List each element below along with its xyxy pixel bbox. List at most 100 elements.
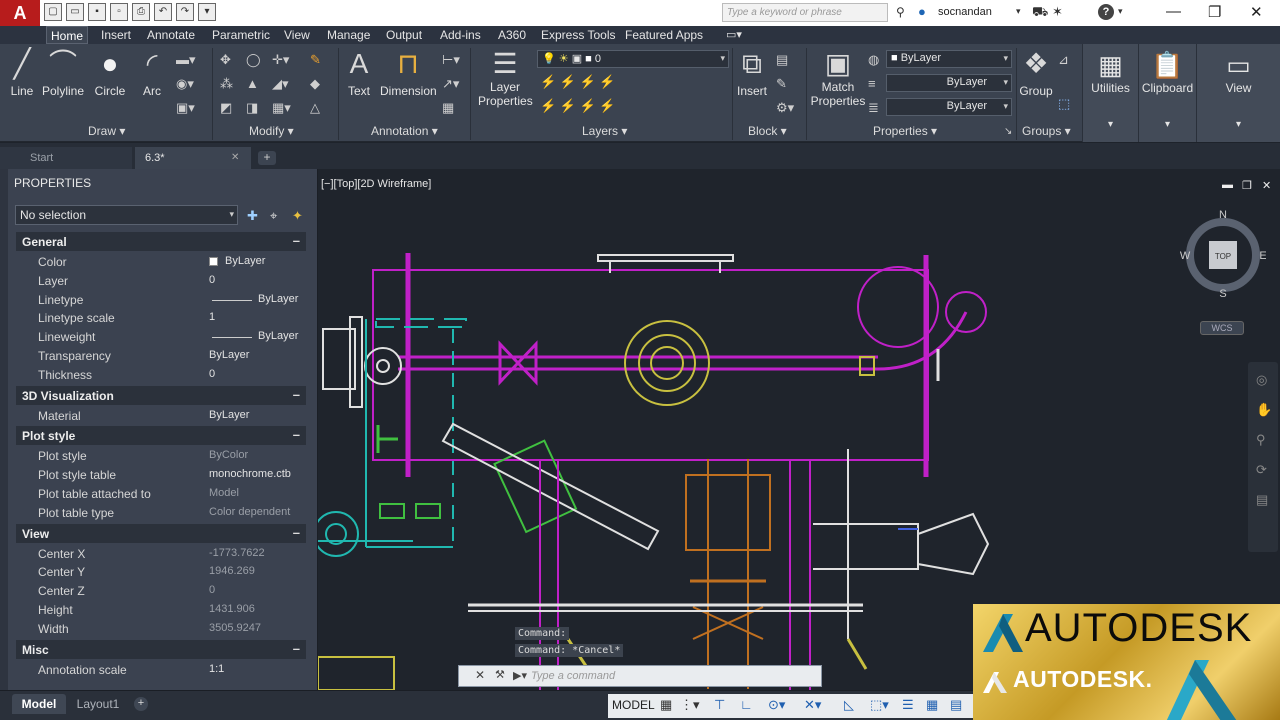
collapse-icon[interactable]: – — [293, 427, 300, 442]
utilities-button[interactable]: ▦ Utilities ▾ — [1082, 44, 1138, 142]
wrench-icon[interactable]: ⚒ — [495, 668, 505, 681]
qat-dropdown-icon[interactable]: ▾ — [198, 3, 216, 21]
polyline-button[interactable]: ⌒ Polyline — [42, 48, 84, 98]
save-icon[interactable]: ▪ — [88, 3, 106, 21]
workspace-icon[interactable]: ☰ — [902, 697, 914, 713]
steering-wheel-icon[interactable]: ◎ — [1256, 372, 1267, 388]
chevron-down-icon[interactable]: ▾ — [1016, 6, 1021, 17]
chevron-down-icon[interactable]: ▾ — [1118, 6, 1123, 17]
property-row[interactable]: Lineweight ByLayer — [16, 327, 306, 346]
property-row[interactable]: Center Y 1946.269 — [16, 562, 306, 581]
minimize-icon[interactable]: ▬ — [1222, 179, 1233, 191]
match-properties-button[interactable]: ▣ Match Properties — [810, 48, 866, 108]
application-menu-button[interactable]: A — [0, 0, 40, 26]
selection-cycling-icon[interactable]: ▦ — [926, 697, 938, 713]
layer-tools-icon[interactable]: ⚡ ⚡ ⚡ ⚡ — [540, 74, 616, 90]
line-button[interactable]: ╱ Line — [8, 48, 36, 98]
ortho-icon[interactable]: ∟ — [740, 697, 753, 712]
clipboard-button[interactable]: 📋 Clipboard ▾ — [1138, 44, 1196, 142]
modify-panel-label[interactable]: Modify ▾ — [249, 124, 294, 138]
cart-icon[interactable]: ⛟ — [1032, 4, 1048, 22]
property-row[interactable]: Plot style ByColor — [16, 446, 306, 465]
binoculars-icon[interactable]: ⚲ — [896, 5, 905, 19]
tab-parametric[interactable]: Parametric — [212, 28, 270, 42]
osnap-tracking-icon[interactable]: ✕▾ — [804, 697, 821, 713]
layer-tools-icon[interactable]: ⚡ ⚡ ⚡ ⚡ — [540, 98, 616, 114]
open-icon[interactable]: ▭ — [66, 3, 84, 21]
tab-annotate[interactable]: Annotate — [147, 28, 195, 42]
viewport-controls-label[interactable]: [−][Top][2D Wireframe] — [321, 178, 431, 190]
color-dropdown[interactable]: ■ ByLayer ▾ — [886, 50, 1012, 68]
compass-west[interactable]: W — [1180, 250, 1191, 262]
selection-dropdown[interactable]: No selection ▾ — [15, 205, 238, 225]
compass-north[interactable]: N — [1219, 209, 1227, 221]
viewcube[interactable]: TOP N S E W — [1180, 209, 1266, 299]
property-row[interactable]: Center X -1773.7622 — [16, 544, 306, 563]
property-row[interactable]: Annotation scale 1:1 — [16, 660, 306, 679]
infer-constraints-icon[interactable]: ⊤ — [714, 697, 725, 713]
erase-icon[interactable]: ✎ — [310, 52, 321, 68]
dimension-button[interactable]: ⊓ Dimension — [380, 48, 437, 98]
restore-icon[interactable]: ❐ — [1208, 3, 1221, 21]
rotate-icon[interactable]: ◯ — [246, 52, 261, 68]
array-icon[interactable]: ▦▾ — [272, 100, 291, 116]
scale-icon[interactable]: ◨ — [246, 100, 258, 116]
layers-panel-label[interactable]: Layers ▾ — [582, 124, 627, 138]
section-plot-style[interactable]: Plot style – — [16, 426, 306, 446]
offset-icon[interactable]: △ — [310, 100, 320, 116]
table-icon[interactable]: ▦ — [442, 100, 454, 116]
view-button[interactable]: ▭ View ▾ — [1196, 44, 1280, 142]
search-input[interactable] — [722, 3, 888, 22]
quick-properties-icon[interactable]: ▤ — [950, 697, 962, 713]
command-input[interactable] — [531, 668, 811, 684]
linear-dim-icon[interactable]: ⊢▾ — [442, 52, 460, 68]
model-space-toggle[interactable]: MODEL — [612, 698, 655, 712]
grid-icon[interactable]: ▦ — [660, 697, 672, 713]
mirror-icon[interactable]: ▲ — [246, 76, 259, 91]
ungroup-icon[interactable]: ⊿ — [1058, 52, 1069, 68]
isodraft-icon[interactable]: ◺ — [844, 697, 854, 713]
new-icon[interactable]: ▢ — [44, 3, 62, 21]
close-icon[interactable]: ✕ — [1250, 3, 1263, 21]
pan-icon[interactable]: ✋ — [1256, 402, 1272, 418]
close-icon[interactable]: ✕ — [1262, 179, 1271, 192]
toggle-pickadd-icon[interactable]: ✚ — [247, 208, 258, 224]
orbit-icon[interactable]: ⟳ — [1256, 462, 1267, 478]
property-row[interactable]: Material ByLayer — [16, 406, 306, 425]
save-as-icon[interactable]: ▫ — [110, 3, 128, 21]
text-button[interactable]: A Text — [346, 48, 372, 98]
tab-featured-apps[interactable]: Featured Apps — [625, 28, 703, 42]
property-row[interactable]: Center Z 0 — [16, 581, 306, 600]
annotation-visibility-icon[interactable]: ⬚▾ — [870, 697, 889, 713]
lineweight-dropdown[interactable]: ByLayer ▾ — [886, 98, 1012, 116]
tab-home[interactable]: Home — [46, 26, 88, 44]
groups-panel-label[interactable]: Groups ▾ — [1022, 124, 1071, 138]
block-panel-label[interactable]: Block ▾ — [748, 124, 787, 138]
linetype-dropdown[interactable]: ByLayer ▾ — [886, 74, 1012, 92]
plot-icon[interactable]: ⎙ — [132, 3, 150, 21]
palette-title-strip[interactable] — [0, 169, 8, 690]
collapse-icon[interactable]: – — [293, 525, 300, 540]
property-row[interactable]: Thickness 0 — [16, 365, 306, 384]
maximize-icon[interactable]: ❐ — [1242, 179, 1252, 192]
command-prompt-icon[interactable]: ▶▾ — [513, 669, 527, 682]
collapse-icon[interactable]: – — [293, 641, 300, 656]
collapse-icon[interactable]: – — [293, 233, 300, 248]
tab-layout1[interactable]: Layout1 — [70, 694, 126, 714]
property-row[interactable]: Layer 0 — [16, 271, 306, 290]
property-row[interactable]: Plot table type Color dependent — [16, 503, 306, 522]
new-tab-button[interactable]: + — [258, 151, 276, 165]
create-block-icon[interactable]: ▤ — [776, 52, 788, 68]
compass-south[interactable]: S — [1219, 288, 1226, 299]
property-row[interactable]: Plot style table monochrome.ctb — [16, 465, 306, 484]
attribute-icon[interactable]: ⚙▾ — [776, 100, 794, 116]
add-layout-button[interactable]: + — [134, 697, 148, 711]
property-row[interactable]: Width 3505.9247 — [16, 619, 306, 638]
property-row[interactable]: Linetype ByLayer — [16, 290, 306, 309]
ribbon-options-icon[interactable]: ▭▾ — [726, 28, 742, 41]
boundary-icon[interactable]: ▣▾ — [176, 100, 195, 116]
tab-express-tools[interactable]: Express Tools — [541, 28, 615, 42]
tab-model[interactable]: Model — [12, 694, 66, 714]
arc-button[interactable]: ◜ Arc — [138, 48, 166, 98]
tab-manage[interactable]: Manage — [327, 28, 370, 42]
